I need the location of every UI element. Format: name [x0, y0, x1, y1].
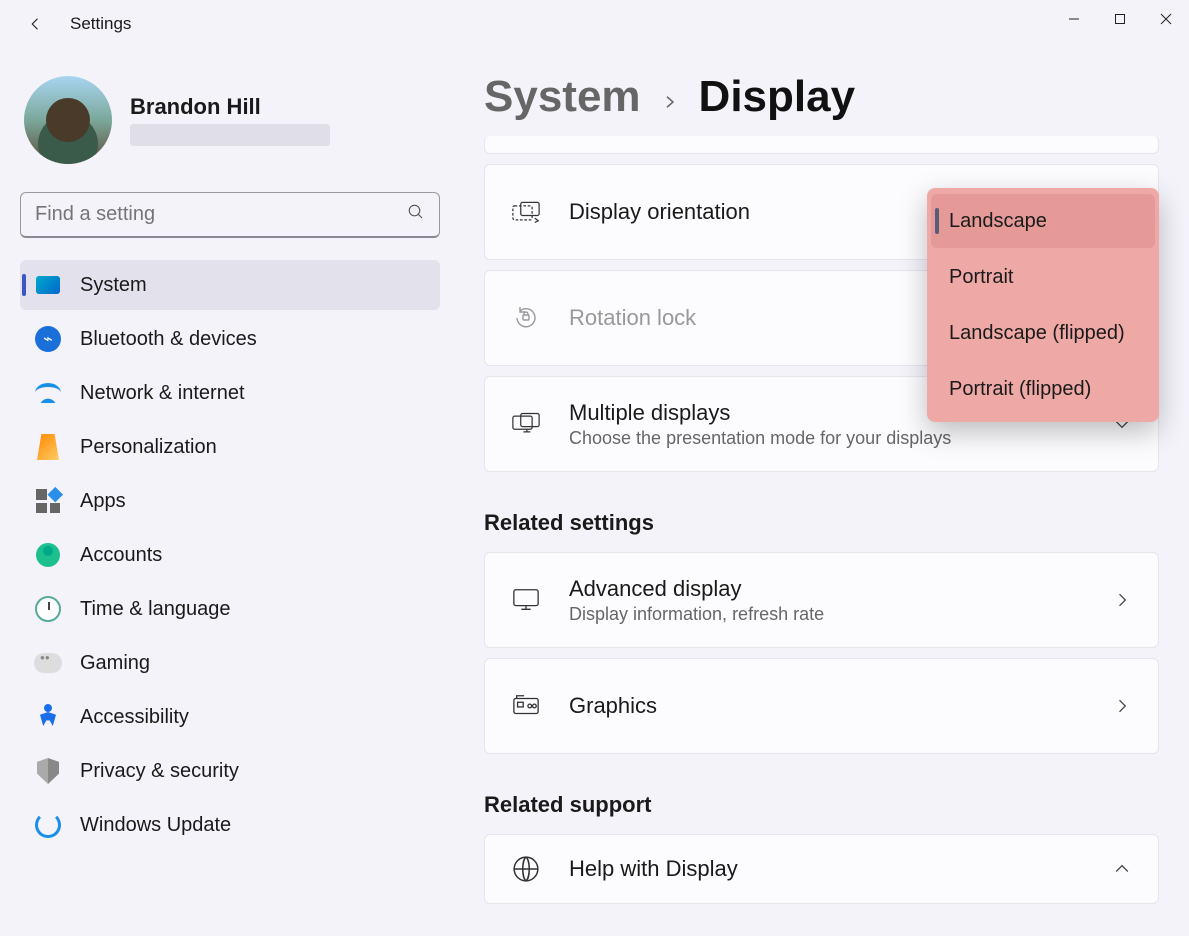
breadcrumb-parent[interactable]: System	[484, 72, 641, 122]
main-content: System Display Display orientation Rotat…	[484, 72, 1159, 936]
titlebar: Settings	[0, 0, 1189, 48]
window-controls	[1051, 0, 1189, 38]
sidebar-item-update[interactable]: Windows Update	[20, 800, 440, 850]
multiple-displays-icon	[511, 409, 541, 439]
dropdown-option-portrait-flipped[interactable]: Portrait (flipped)	[931, 362, 1155, 416]
gamepad-icon	[34, 649, 62, 677]
search-input[interactable]	[35, 203, 407, 226]
profile-email-redacted	[130, 124, 330, 146]
card-title: Advanced display	[569, 576, 1084, 602]
accessibility-icon	[34, 703, 62, 731]
sidebar-item-privacy[interactable]: Privacy & security	[20, 746, 440, 796]
sidebar-item-apps[interactable]: Apps	[20, 476, 440, 526]
system-icon	[34, 271, 62, 299]
section-related-settings: Related settings	[484, 510, 1159, 536]
card-title: Graphics	[569, 693, 1084, 719]
sidebar-item-label: Personalization	[80, 436, 217, 459]
chevron-right-icon	[1112, 590, 1132, 610]
sidebar-item-label: Bluetooth & devices	[80, 328, 257, 351]
card-subtitle: Display information, refresh rate	[569, 604, 1084, 625]
sidebar-item-label: Windows Update	[80, 814, 231, 837]
card-subtitle: Choose the presentation mode for your di…	[569, 428, 1084, 449]
sidebar-item-label: Gaming	[80, 652, 150, 675]
section-related-support: Related support	[484, 792, 1159, 818]
dropdown-option-portrait[interactable]: Portrait	[931, 250, 1155, 304]
sidebar-item-label: Privacy & security	[80, 760, 239, 783]
maximize-button[interactable]	[1097, 0, 1143, 38]
sidebar-item-label: System	[80, 274, 147, 297]
close-button[interactable]	[1143, 0, 1189, 38]
card-stub-previous[interactable]	[484, 136, 1159, 154]
accounts-icon	[34, 541, 62, 569]
sidebar-item-time[interactable]: Time & language	[20, 584, 440, 634]
sidebar-item-label: Time & language	[80, 598, 230, 621]
sidebar-item-label: Accounts	[80, 544, 162, 567]
chevron-right-icon	[1112, 696, 1132, 716]
graphics-icon	[511, 691, 541, 721]
orientation-icon	[511, 197, 541, 227]
brush-icon	[34, 433, 62, 461]
card-help-display[interactable]: Help with Display	[484, 834, 1159, 904]
minimize-button[interactable]	[1051, 0, 1097, 38]
bluetooth-icon: ⌁	[34, 325, 62, 353]
breadcrumb: System Display	[484, 72, 1159, 122]
arrow-left-icon	[27, 15, 45, 33]
globe-icon	[511, 854, 541, 884]
profile-block[interactable]: Brandon Hill	[20, 76, 440, 164]
card-advanced-display[interactable]: Advanced display Display information, re…	[484, 552, 1159, 648]
avatar	[24, 76, 112, 164]
apps-icon	[34, 487, 62, 515]
sidebar-item-accounts[interactable]: Accounts	[20, 530, 440, 580]
back-button[interactable]	[16, 4, 56, 44]
app-title: Settings	[70, 14, 131, 34]
card-title: Help with Display	[569, 856, 1084, 882]
sidebar-item-accessibility[interactable]: Accessibility	[20, 692, 440, 742]
search-icon	[407, 203, 425, 226]
wifi-icon	[34, 379, 62, 407]
nav: System ⌁ Bluetooth & devices Network & i…	[20, 260, 440, 850]
sidebar-item-gaming[interactable]: Gaming	[20, 638, 440, 688]
sidebar-item-label: Accessibility	[80, 706, 189, 729]
breadcrumb-current: Display	[699, 72, 856, 122]
card-graphics[interactable]: Graphics	[484, 658, 1159, 754]
search-box[interactable]	[20, 192, 440, 238]
sidebar-item-label: Network & internet	[80, 382, 245, 405]
shield-icon	[34, 757, 62, 785]
sidebar-item-personalization[interactable]: Personalization	[20, 422, 440, 472]
orientation-dropdown[interactable]: Landscape Portrait Landscape (flipped) P…	[927, 188, 1159, 422]
dropdown-option-landscape[interactable]: Landscape	[931, 194, 1155, 248]
sidebar-item-bluetooth[interactable]: ⌁ Bluetooth & devices	[20, 314, 440, 364]
sidebar-item-network[interactable]: Network & internet	[20, 368, 440, 418]
profile-name: Brandon Hill	[130, 94, 330, 120]
sidebar-item-label: Apps	[80, 490, 126, 513]
rotation-lock-icon	[511, 303, 541, 333]
sidebar-item-system[interactable]: System	[20, 260, 440, 310]
clock-icon	[34, 595, 62, 623]
sidebar: Brandon Hill System ⌁ Bluetooth & device…	[0, 60, 460, 850]
chevron-up-icon	[1112, 859, 1132, 879]
monitor-icon	[511, 585, 541, 615]
dropdown-option-landscape-flipped[interactable]: Landscape (flipped)	[931, 306, 1155, 360]
update-icon	[34, 811, 62, 839]
chevron-right-icon	[661, 72, 679, 122]
